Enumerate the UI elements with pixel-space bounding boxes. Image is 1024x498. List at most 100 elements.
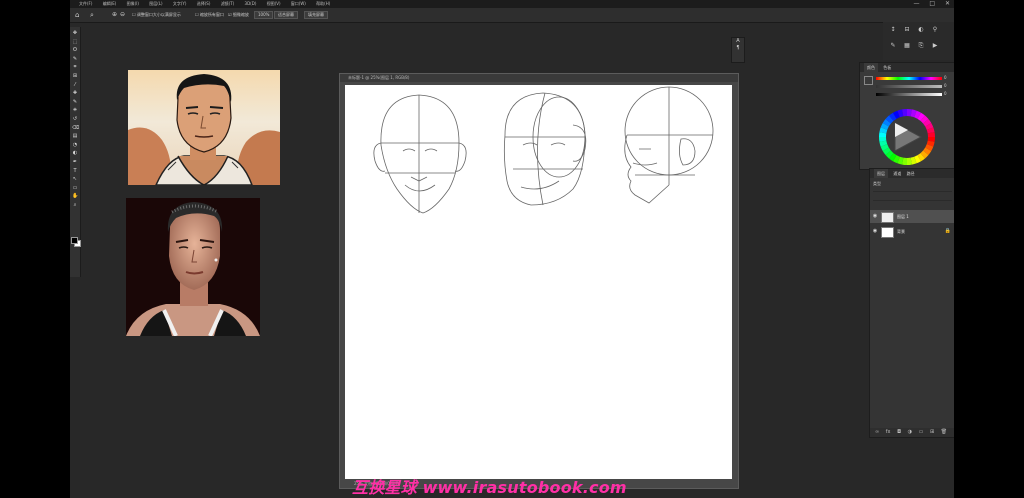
tab-color[interactable]: 颜色 [864,63,878,72]
hue-value: 0 [944,75,947,80]
menu-item-filter[interactable]: 滤镜(T) [221,0,235,8]
reference-image-manga [128,70,280,185]
zoom-all-checkbox[interactable]: ☐ 缩放所有窗口 [195,11,224,19]
photoshop-window: 文件(F) 编辑(E) 图像(I) 图层(L) 文字(Y) 选择(S) 滤镜(T… [70,0,954,498]
window-controls: — □ ✕ [905,0,950,8]
healing-tool-icon[interactable]: ✚ [72,91,78,96]
panel-dock-icons: ↕ ⊟ ◐ ⚲ ✎ ▦ ⎘ ▶ [883,22,954,60]
zoom-in-icon[interactable]: ⊕ [112,11,117,19]
menu-item-3d[interactable]: 3D(D) [245,0,257,8]
hue-slider[interactable] [876,77,942,80]
dodge-tool-icon[interactable]: ◐ [72,151,78,156]
pen-tool-icon[interactable]: ✒ [72,160,78,165]
menu-item-layer[interactable]: 图层(L) [149,0,162,8]
fit-screen-button[interactable]: 适合屏幕 [274,11,298,19]
drawing-canvas[interactable] [345,85,732,479]
fx-icon[interactable]: fx [886,429,891,435]
actions-panel-icon[interactable]: ▶ [931,42,939,50]
new-layer-icon[interactable]: ⊞ [930,429,934,435]
zoom-value-field[interactable]: 100% [254,11,274,19]
resize-windows-checkbox[interactable]: ☐ 调整窗口大小以满屏显示 [132,11,181,19]
new-group-icon[interactable]: ▭ [919,429,924,435]
history-panel-icon[interactable]: ↕ [889,26,897,34]
document-tab[interactable]: 未标题-1 @ 25%(图层 1, RGB/8) [340,74,738,82]
type-tool-icon[interactable]: T [72,168,78,174]
scrubby-zoom-checkbox[interactable]: ☑ 细微缩放 [228,11,249,19]
tab-swatches[interactable]: 色板 [883,65,891,70]
zoom-tool-icon[interactable]: ⌕ [72,203,78,208]
side-head-sketch [624,86,714,204]
adjustments-panel-icon[interactable]: ◐ [917,26,925,34]
character-panel-icon[interactable]: A [732,38,744,45]
menu-item-window[interactable]: 窗口(W) [291,0,306,8]
close-button[interactable]: ✕ [945,0,950,7]
libraries-panel-icon[interactable]: ⚲ [931,26,939,34]
zoom-tool-icon[interactable]: ⌕ [90,11,94,19]
fill-screen-button[interactable]: 填充屏幕 [304,11,328,19]
color-wheel[interactable] [877,107,937,167]
hand-tool-icon[interactable]: ✋ [72,194,78,199]
watermark-text: 互换星球 www.irasutobook.com [352,478,627,497]
layer-filter-label: 类型 [873,181,881,186]
layer-name: 背景 [897,229,905,234]
tab-layers[interactable]: 图层 [874,169,888,178]
layers-footer: ∞ fx ◘ ◑ ▭ ⊞ 🗑 [870,428,954,437]
link-layers-icon[interactable]: ∞ [875,429,879,435]
saturation-slider[interactable] [876,85,942,88]
layer-filter-kind[interactable]: 类型 [873,181,881,187]
crop-tool-icon[interactable]: ⌗ [72,65,78,70]
quick-select-tool-icon[interactable]: ✎ [72,56,78,62]
frame-tool-icon[interactable]: ⊞ [72,74,78,79]
visibility-eye-icon[interactable]: ◉ [872,210,878,223]
gradient-tool-icon[interactable]: ▤ [72,134,78,139]
menu-item-image[interactable]: 图像(I) [127,0,139,8]
layer-row-background[interactable]: ◉ 背景 🔒 [870,225,954,238]
tab-channels[interactable]: 通道 [893,171,901,176]
foreground-color-swatch[interactable] [71,237,78,244]
stamp-tool-icon[interactable]: ⎈ [72,108,78,113]
front-head-sketch [373,94,467,214]
lasso-tool-icon[interactable]: ʘ [72,48,78,53]
color-panel: 颜色 色板 0 0 0 [859,62,954,170]
menu-item-view[interactable]: 视图(V) [267,0,281,8]
layer-options-row [873,191,952,201]
saturation-value: 0 [944,83,947,88]
history-brush-tool-icon[interactable]: ↺ [72,117,78,122]
reference-image-realistic [126,198,260,336]
move-tool-icon[interactable]: ✥ [72,31,78,36]
menu-item-type[interactable]: 文字(Y) [173,0,187,8]
layers-panel: 图层 通道 路径 类型 ◉ 图层 1 ◉ 背景 🔒 ∞ fx ◘ ◑ ▭ ⊞ 🗑 [869,168,954,438]
adjustment-layer-icon[interactable]: ◑ [908,429,912,435]
brush-tool-icon[interactable]: ✎ [72,99,78,105]
path-select-tool-icon[interactable]: ↖ [72,177,78,182]
foreground-swatch[interactable] [864,76,873,85]
minimize-button[interactable]: — [913,0,919,7]
layers-panel-tabs: 图层 通道 路径 [870,169,954,178]
brush-panel-icon[interactable]: ✎ [889,42,897,50]
menu-item-file[interactable]: 文件(F) [79,0,92,8]
tab-paths[interactable]: 路径 [907,171,915,176]
clone-source-icon[interactable]: ⎘ [917,42,925,50]
layer-row-layer-1[interactable]: ◉ 图层 1 [870,210,954,223]
shape-tool-icon[interactable]: ▭ [72,185,78,191]
menu-item-select[interactable]: 选择(S) [197,0,211,8]
brightness-slider[interactable] [876,93,942,96]
menu-item-help[interactable]: 帮助(H) [316,0,330,8]
paragraph-panel-icon[interactable]: ¶ [732,45,744,52]
color-panel-tabs: 颜色 色板 [860,63,954,72]
blur-tool-icon[interactable]: ◔ [72,142,78,148]
brush-presets-icon[interactable]: ▦ [903,42,911,50]
menu-item-edit[interactable]: 编辑(E) [103,0,117,8]
add-mask-icon[interactable]: ◘ [897,429,901,435]
eraser-tool-icon[interactable]: ⌫ [72,125,79,131]
options-bar: ⌂ ⌕ ⊕ ⊖ ☐ 调整窗口大小以满屏显示 ☐ 缩放所有窗口 ☑ 细微缩放 10… [70,8,954,23]
zoom-out-icon[interactable]: ⊖ [120,11,125,19]
marquee-tool-icon[interactable]: ⬚ [72,39,78,45]
visibility-eye-icon[interactable]: ◉ [872,225,878,238]
eyedropper-tool-icon[interactable]: ⁄ [72,82,78,88]
trash-icon[interactable]: 🗑 [941,429,947,435]
home-icon[interactable]: ⌂ [75,11,79,19]
properties-panel-icon[interactable]: ⊟ [903,26,911,34]
maximize-button[interactable]: □ [929,0,935,7]
menu-bar: 文件(F) 编辑(E) 图像(I) 图层(L) 文字(Y) 选择(S) 滤镜(T… [70,0,954,8]
